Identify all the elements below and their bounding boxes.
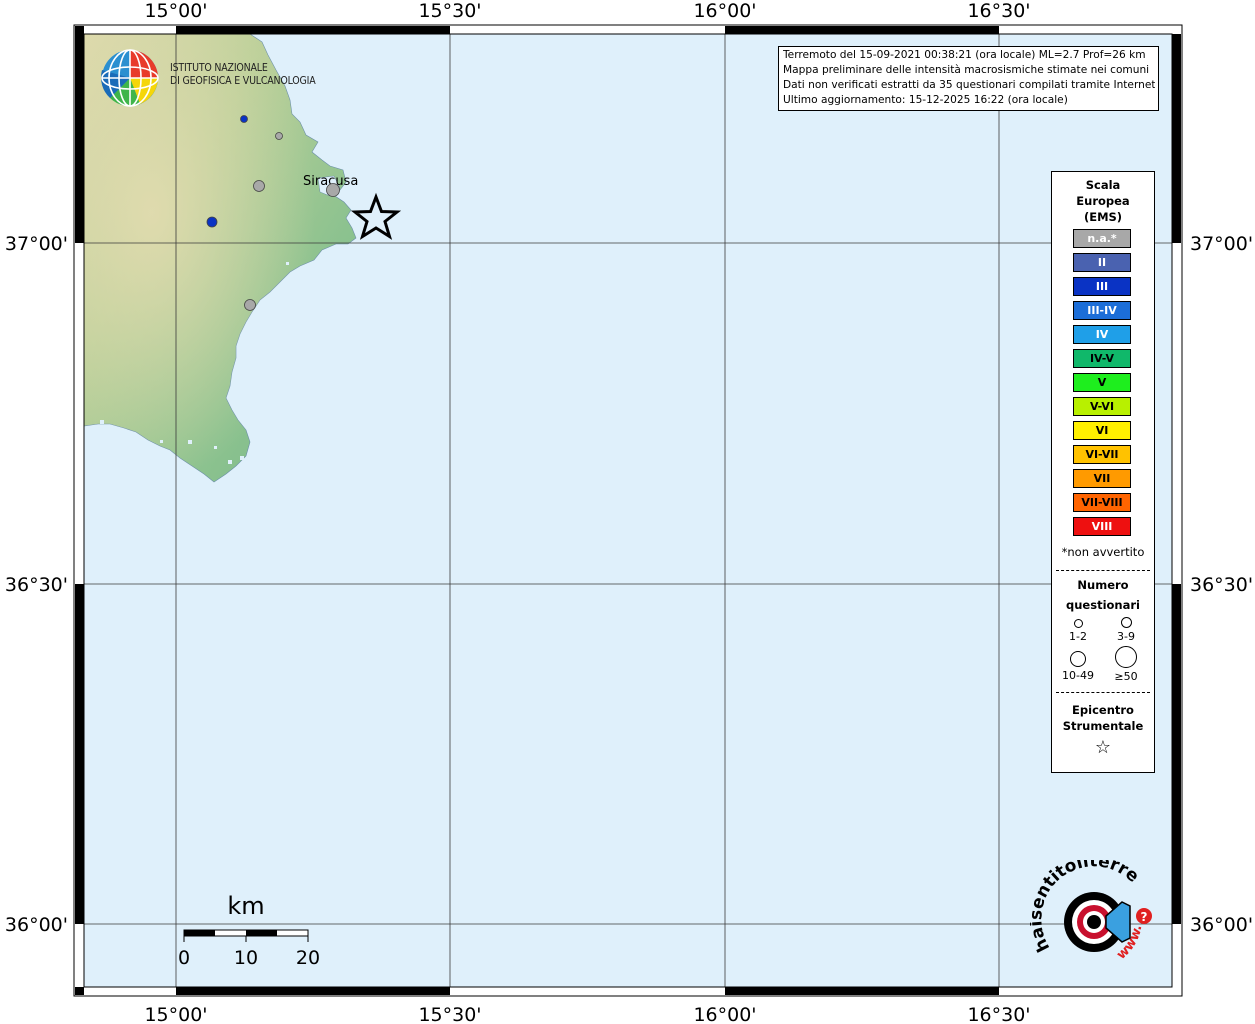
legend-swatch: VI [1073, 421, 1131, 440]
observation-point[interactable] [240, 115, 248, 123]
ingv-logo-line1: ISTITUTO NAZIONALE [170, 62, 268, 74]
top-label-1: 15°00' [144, 0, 207, 22]
legend-title: Scala Europea (EMS) [1052, 177, 1154, 225]
bottom-label-2: 15°30' [418, 1004, 481, 1024]
left-label-1: 37°00' [5, 233, 68, 255]
size-dot-50 [1115, 646, 1137, 668]
ingv-logo: ISTITUTO NAZIONALE DI GEOFISICA E VULCAN… [100, 48, 330, 110]
haisentito-logo: haisentitoilterremoto.it www. ? [1021, 845, 1170, 980]
legend-swatch: VI-VII [1073, 445, 1131, 464]
observation-point[interactable] [326, 183, 340, 197]
legend-swatch: III-IV [1073, 301, 1131, 320]
observation-point[interactable] [206, 216, 218, 228]
size-dot-1-2 [1074, 619, 1083, 628]
legend-epicenter-star-icon: ☆ [1094, 737, 1112, 758]
haisentito-logo-icon: haisentitoilterremoto.it www. ? [1021, 845, 1152, 963]
legend-swatch: IV-V [1073, 349, 1131, 368]
legend-divider [1056, 692, 1150, 693]
left-label-2: 36°30' [5, 574, 68, 596]
left-label-3: 36°00' [5, 914, 68, 936]
legend-epicenter-line2: Strumentale [1062, 719, 1144, 733]
legend-epicenter-title: Epicentro Strumentale [1052, 702, 1154, 734]
bottom-label-4: 16°30' [967, 1004, 1030, 1024]
legend-count-title-line1: Numero [1077, 578, 1129, 592]
size-label-10-49: 10-49 [1062, 669, 1094, 682]
size-label-50: ≥50 [1114, 670, 1138, 683]
size-label-1-2: 1-2 [1069, 630, 1087, 643]
svg-text:?: ? [1141, 910, 1148, 924]
legend-swatch: n.a.* [1073, 229, 1131, 248]
legend-count-title: Numero questionari [1052, 575, 1154, 615]
legend-swatch: V [1073, 373, 1131, 392]
ingv-globe-icon [100, 49, 159, 107]
ingv-logo-line2: DI GEOFISICA E VULCANOLOGIA [170, 75, 316, 87]
legend-swatch: VIII [1073, 517, 1131, 536]
observation-point[interactable] [275, 132, 283, 140]
event-info-box: Terremoto del 15-09-2021 00:38:21 (ora l… [778, 46, 1159, 111]
legend-count-title-line2: questionari [1066, 598, 1140, 612]
event-info-line4: Ultimo aggiornamento: 15-12-2025 16:22 (… [783, 94, 1068, 106]
legend-swatch: VII [1073, 469, 1131, 488]
scale-bar-tick-20: 20 [296, 947, 320, 969]
bottom-label-3: 16°00' [693, 1004, 756, 1024]
right-label-2: 36°30' [1190, 574, 1253, 596]
bottom-label-1: 15°00' [144, 1004, 207, 1024]
top-label-3: 16°00' [693, 0, 756, 22]
legend-title-line3: (EMS) [1083, 210, 1123, 224]
scale-bar-tick-10: 10 [234, 947, 258, 969]
legend-divider [1056, 570, 1150, 571]
size-label-3-9: 3-9 [1117, 630, 1135, 643]
observation-point[interactable] [244, 299, 256, 311]
legend-epicenter-line1: Epicentro [1072, 703, 1134, 717]
event-info-line2: Mappa preliminare delle intensità macros… [783, 64, 1150, 76]
size-dot-3-9 [1121, 617, 1132, 628]
right-label-1: 37°00' [1190, 233, 1253, 255]
legend-swatch: III [1073, 277, 1131, 296]
size-dot-10-49 [1070, 651, 1086, 667]
legend-swatch: VII-VIII [1073, 493, 1131, 512]
observation-point[interactable] [253, 180, 265, 192]
legend-swatch: IV [1073, 325, 1131, 344]
intensity-legend: Scala Europea (EMS) n.a.* II III III-IV IV IV… [1051, 171, 1155, 773]
event-info-line3: Dati non verificati estratti da 35 quest… [783, 79, 1155, 91]
legend-title-line2: Europea [1076, 194, 1130, 208]
right-label-3: 36°00' [1190, 914, 1253, 936]
legend-swatch: II [1073, 253, 1131, 272]
legend-note: *non avvertito [1061, 545, 1145, 559]
legend-title-line1: Scala [1085, 178, 1121, 192]
legend-swatch: V-VI [1073, 397, 1131, 416]
top-label-4: 16°30' [967, 0, 1030, 22]
scale-bar-unit: km [227, 892, 264, 920]
event-info-line1: Terremoto del 15-09-2021 00:38:21 (ora l… [783, 49, 1146, 61]
scale-bar-tick-0: 0 [178, 947, 190, 969]
top-label-2: 15°30' [418, 0, 481, 22]
